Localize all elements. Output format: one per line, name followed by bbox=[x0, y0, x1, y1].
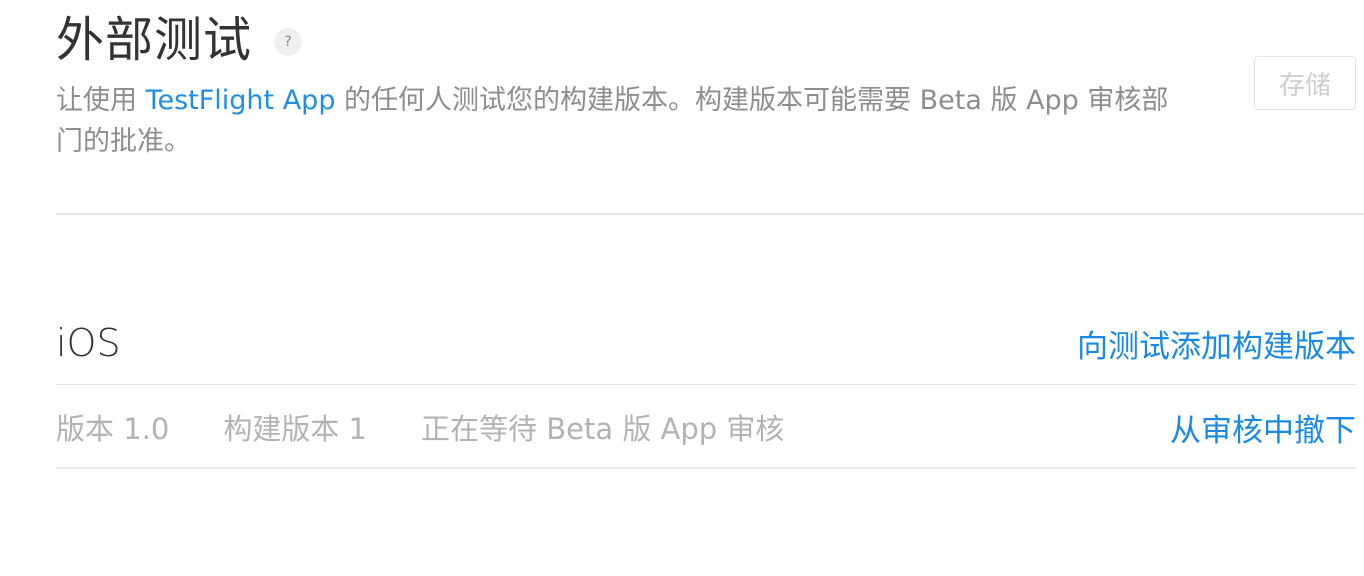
question-icon[interactable]: ? bbox=[274, 28, 303, 56]
section-divider bbox=[56, 213, 1364, 215]
add-build-to-test-link[interactable]: 向测试添加构建版本 bbox=[1077, 321, 1356, 366]
build-info: 版本 1.0 构建版本 1 正在等待 Beta 版 App 审核 bbox=[56, 406, 784, 448]
description-prefix: 让使用 bbox=[56, 85, 146, 116]
testflight-app-link[interactable]: TestFlight App bbox=[146, 85, 336, 116]
title-row: 外部测试 ? bbox=[56, 8, 303, 72]
save-button[interactable]: 存储 bbox=[1254, 56, 1356, 110]
platform-divider bbox=[56, 384, 1356, 385]
external-testing-page: 外部测试 ? 存储 让使用 TestFlight App 的任何人测试您的构建版… bbox=[0, 0, 1364, 576]
build-number: 构建版本 1 bbox=[223, 412, 368, 446]
build-row: 版本 1.0 构建版本 1 正在等待 Beta 版 App 审核 从审核中撤下 bbox=[56, 404, 1356, 450]
platform-header: iOS 向测试添加构建版本 bbox=[56, 316, 1356, 370]
page-title: 外部测试 bbox=[56, 12, 253, 68]
platform-name: iOS bbox=[56, 321, 121, 365]
section-description: 让使用 TestFlight App 的任何人测试您的构建版本。构建版本可能需要… bbox=[56, 80, 1176, 162]
build-status: 正在等待 Beta 版 App 审核 bbox=[421, 412, 785, 446]
build-version: 版本 1.0 bbox=[56, 412, 170, 446]
withdraw-from-review-link[interactable]: 从审核中撤下 bbox=[1170, 405, 1356, 450]
build-divider bbox=[56, 467, 1356, 469]
